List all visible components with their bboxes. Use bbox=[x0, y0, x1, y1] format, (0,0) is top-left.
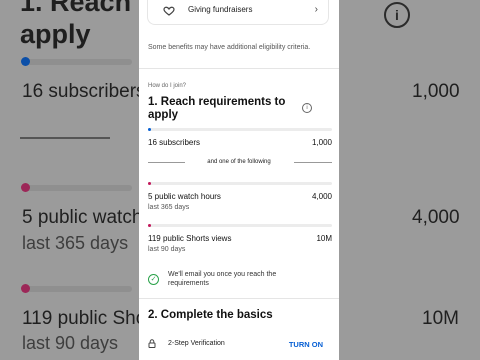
shorts-views-label: 119 public Shorts views bbox=[148, 234, 232, 243]
background-progress-track bbox=[22, 185, 132, 191]
background-row-label: 5 public watch bbox=[22, 207, 143, 228]
watch-hours-progress-track bbox=[148, 182, 332, 185]
section2-title: 2. Complete the basics bbox=[148, 309, 273, 321]
checkmark-icon: ✓ bbox=[148, 274, 159, 285]
benefit-row-giving-fundraisers[interactable]: Giving fundraisers › bbox=[147, 0, 329, 25]
shorts-views-period: last 90 days bbox=[148, 246, 186, 253]
subscribers-progress-fill bbox=[148, 128, 151, 131]
divider bbox=[139, 68, 339, 69]
watch-hours-label: 5 public watch hours bbox=[148, 192, 221, 201]
background-row-sub: last 90 days bbox=[22, 333, 119, 353]
email-notice: We'll email you once you reach the requi… bbox=[168, 271, 277, 287]
benefit-label: Giving fundraisers bbox=[188, 5, 253, 14]
background-progress-dot bbox=[21, 183, 30, 192]
shorts-views-goal: 10M bbox=[316, 234, 332, 243]
shorts-views-progress-fill bbox=[148, 224, 151, 227]
background-title: 1. Reach r apply bbox=[20, 0, 150, 49]
background-progress-dot bbox=[21, 284, 30, 293]
subscribers-goal: 1,000 bbox=[311, 138, 332, 147]
watch-hours-period: last 365 days bbox=[148, 204, 190, 211]
background-row-value: 4,000 bbox=[412, 207, 460, 228]
watch-hours-progress-fill bbox=[148, 182, 151, 185]
lock-icon bbox=[148, 339, 156, 350]
watch-hours-goal: 4,000 bbox=[311, 192, 332, 201]
divider-right bbox=[294, 162, 332, 163]
subscribers-progress-track bbox=[148, 128, 332, 131]
background-row-value: 1,000 bbox=[412, 81, 460, 102]
two-step-verification-label: 2-Step Verification bbox=[168, 340, 225, 347]
turn-on-button[interactable]: TURN ON bbox=[289, 340, 323, 349]
eligibility-note: Some benefits may have additional eligib… bbox=[148, 44, 311, 51]
background-row-label: 16 subscribers bbox=[22, 81, 146, 102]
info-icon[interactable]: i bbox=[302, 103, 312, 113]
subscribers-label: 16 subscribers bbox=[148, 138, 201, 147]
background-row-value: 10M bbox=[422, 308, 459, 329]
section1-title: 1. Reach requirements to apply bbox=[148, 96, 286, 121]
background-progress-dot bbox=[21, 57, 30, 66]
background-info-icon: i bbox=[384, 2, 410, 28]
background-progress-track bbox=[22, 59, 132, 65]
background-row-sub: last 365 days bbox=[22, 233, 129, 253]
chevron-right-icon: › bbox=[314, 4, 318, 15]
shorts-views-progress-track bbox=[148, 224, 332, 227]
divider bbox=[139, 298, 339, 299]
how-do-i-join-label: How do I join? bbox=[148, 83, 187, 89]
monetization-sheet: Giving fundraisers › Some benefits may h… bbox=[139, 0, 339, 360]
background-row-label: 119 public Sho bbox=[22, 308, 147, 329]
background-progress-track bbox=[22, 286, 132, 292]
background-divider bbox=[20, 137, 110, 139]
donation-hand-icon bbox=[162, 5, 176, 17]
